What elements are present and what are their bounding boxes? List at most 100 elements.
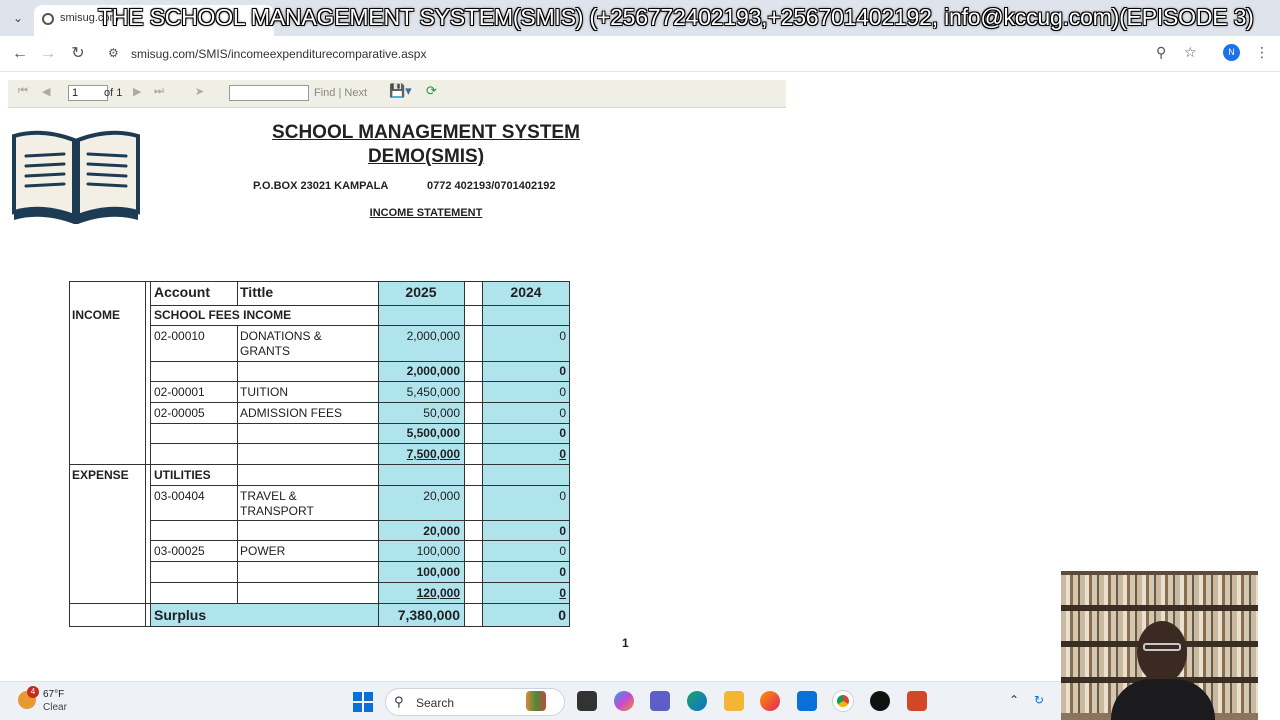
statement-title: INCOME STATEMENT (369, 207, 483, 219)
windows-start-icon[interactable] (353, 692, 373, 712)
surplus-label: Surplus (154, 607, 207, 623)
total-expense-2025: 120,000 (416, 586, 460, 600)
export-icon[interactable]: 💾▾ (389, 83, 412, 99)
globe-icon (42, 13, 54, 25)
star-icon[interactable]: ☆ (1184, 44, 1197, 61)
subtotal-2024: 0 (559, 565, 566, 579)
amount-2024: 0 (559, 385, 566, 399)
weather-temperature[interactable]: 67°F (43, 689, 64, 700)
subtotal-2025: 20,000 (423, 524, 460, 538)
subtotal-2024: 0 (559, 364, 566, 378)
edge-icon[interactable] (687, 691, 707, 711)
amount-2025: 2,000,000 (406, 329, 460, 343)
task-view-icon[interactable] (577, 691, 597, 711)
find-input[interactable] (229, 85, 309, 101)
expense-group-label: UTILITIES (154, 468, 211, 482)
surplus-2024: 0 (558, 607, 566, 623)
account-title: TRAVEL & TRANSPORT (240, 489, 314, 519)
expense-label: EXPENSE (72, 468, 129, 482)
header-account: Account (154, 284, 210, 300)
amount-2024: 0 (559, 544, 566, 558)
address-bar[interactable]: ⚙ smisug.com/SMIS/incomeexpenditurecompa… (100, 40, 1210, 68)
file-explorer-icon[interactable] (724, 691, 744, 711)
previous-page-icon[interactable]: ◀ (42, 85, 50, 98)
amount-2024: 0 (559, 406, 566, 420)
powerpoint-icon[interactable] (907, 691, 927, 711)
subtotal-2024: 0 (559, 426, 566, 440)
taskbar-search-label: Search (416, 696, 455, 710)
weather-description[interactable]: Clear (43, 702, 67, 713)
find-controls: Find | Next (314, 87, 367, 99)
school-address: P.O.BOX 23021 KAMPALA (253, 180, 389, 192)
first-page-icon[interactable]: ⏮ (18, 85, 28, 98)
browser-toolbar: ← → ↻ ⚙ smisug.com/SMIS/incomeexpenditur… (0, 36, 1280, 72)
forward-icon[interactable]: → (36, 42, 60, 66)
weather-badge: 4 (27, 686, 39, 698)
open-book-logo-icon (12, 130, 140, 224)
zoom-icon[interactable]: ⚲ (1156, 44, 1166, 61)
refresh-icon[interactable]: ⟳ (426, 83, 437, 99)
amount-2025: 50,000 (423, 406, 460, 420)
amount-2025: 20,000 (423, 489, 460, 503)
next-page-icon[interactable]: ▶ (133, 85, 141, 98)
page-count: of 1 (104, 87, 123, 99)
report-page-number: 1 (622, 636, 629, 650)
amount-2024: 0 (559, 329, 566, 343)
subtotal-2025: 100,000 (416, 565, 460, 579)
subtotal-2025: 2,000,000 (406, 364, 460, 378)
site-settings-icon[interactable]: ⚙ (108, 46, 119, 60)
find-link[interactable]: Find (314, 87, 335, 99)
subtotal-2025: 5,500,000 (406, 426, 460, 440)
firefox-icon[interactable] (760, 691, 780, 711)
report-title: SCHOOL MANAGEMENT SYSTEM DEMO(SMIS) (216, 121, 636, 169)
kebab-menu-icon[interactable]: ⋮ (1255, 44, 1269, 61)
income-statement-table: Account Tittle 2025 2024 INCOME SCHOOL F… (69, 281, 570, 627)
profile-avatar[interactable]: N (1223, 44, 1240, 61)
amount-2025: 5,450,000 (406, 385, 460, 399)
back-to-parent-icon[interactable]: ➤ (195, 85, 204, 98)
subtotal-2024: 0 (559, 524, 566, 538)
header-title: Tittle (240, 284, 274, 300)
recorder-icon[interactable] (870, 691, 890, 711)
header-year-2024: 2024 (510, 284, 542, 300)
teams-icon[interactable] (650, 691, 670, 711)
last-page-icon[interactable]: ⏭ (154, 85, 164, 98)
total-income-2024: 0 (559, 447, 566, 461)
next-link[interactable]: Next (344, 87, 367, 99)
amount-2025: 100,000 (416, 544, 460, 558)
back-icon[interactable]: ← (8, 42, 32, 66)
income-group-label: SCHOOL FEES INCOME (154, 308, 292, 322)
school-phone: 0772 402193/0701402192 (427, 180, 556, 192)
widgets-icon[interactable] (526, 691, 546, 711)
total-expense-2024: 0 (559, 586, 566, 600)
amount-2024: 0 (559, 489, 566, 503)
chrome-icon[interactable] (833, 691, 853, 711)
store-icon[interactable] (797, 691, 817, 711)
find-separator: | (338, 87, 342, 99)
account-code: 02-00001 (154, 385, 205, 399)
total-income-2025: 7,500,000 (406, 447, 460, 461)
header-year-2025: 2025 (405, 284, 437, 300)
account-code: 03-00404 (154, 489, 205, 503)
url-text: smisug.com/SMIS/incomeexpenditurecompara… (131, 47, 427, 61)
webcam-overlay (1061, 571, 1258, 720)
tab-search-icon[interactable]: ⌄ (8, 8, 28, 28)
copilot-icon[interactable] (614, 691, 634, 711)
reload-icon[interactable]: ↻ (66, 42, 90, 66)
account-title-line2: GRANTS (240, 344, 291, 358)
account-code: 02-00005 (154, 406, 205, 420)
video-caption: THE SCHOOL MANAGEMENT SYSTEM(SMIS) (+256… (98, 4, 1254, 30)
account-title-line2: TRANSPORT (240, 504, 314, 518)
income-label: INCOME (72, 308, 120, 322)
tray-chevron-icon[interactable]: ⌃ (1009, 693, 1019, 707)
report-title-line2: DEMO(SMIS) (367, 146, 485, 167)
account-title: DONATIONS & GRANTS (240, 329, 322, 359)
report-viewer-toolbar: ⏮ ◀ 1 of 1 ▶ ⏭ ➤ Find | Next 💾▾ ⟳ (8, 80, 786, 108)
sync-icon[interactable]: ↻ (1034, 693, 1044, 707)
surplus-2025: 7,380,000 (397, 607, 460, 623)
page-number-input[interactable]: 1 (68, 85, 108, 101)
account-title: ADMISSION FEES (240, 406, 343, 420)
account-code: 03-00025 (154, 544, 205, 558)
account-title: POWER (240, 544, 286, 558)
account-title: TUITION (240, 385, 288, 399)
